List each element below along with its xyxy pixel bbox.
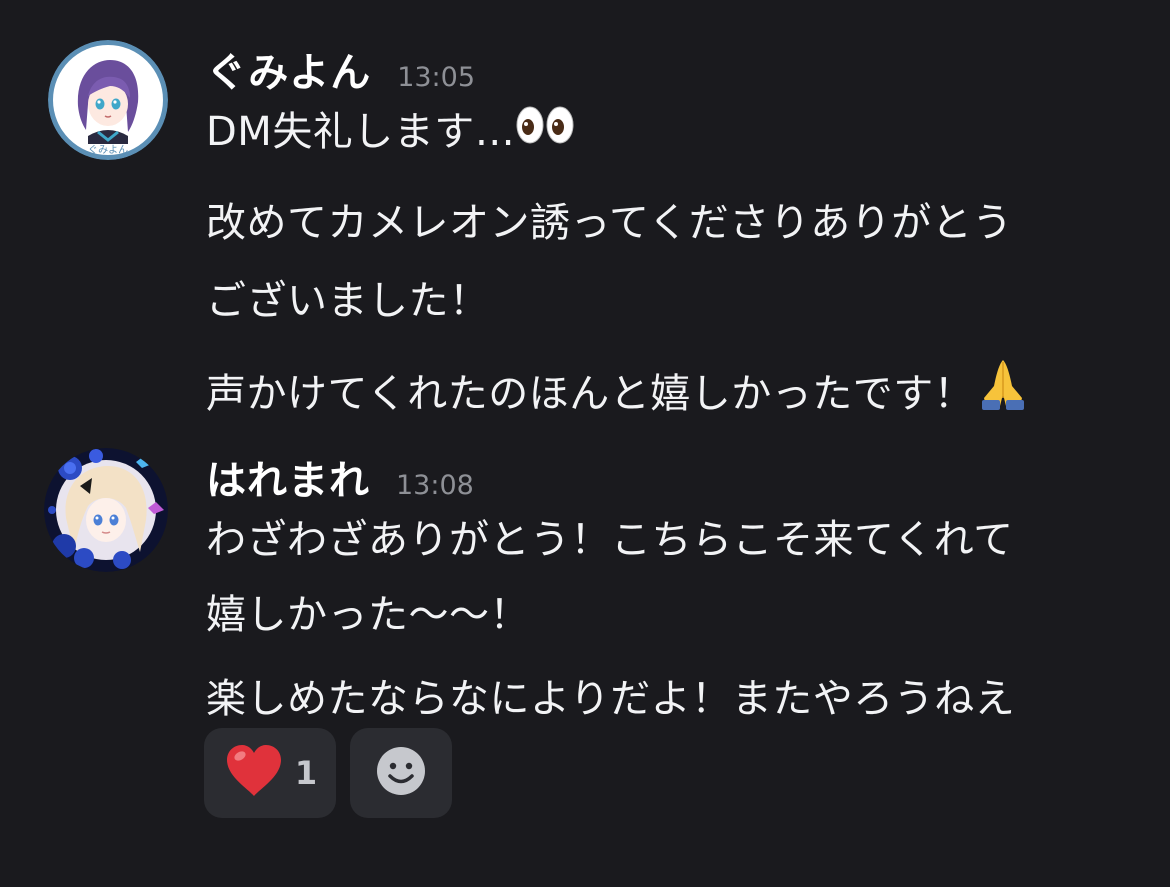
message-text: DM失礼します… — [206, 109, 516, 155]
timestamp: 13:08 — [396, 470, 474, 501]
avatar-gumiyon-image: ぐみよん — [48, 40, 168, 160]
message-text: 声かけてくれたのほんと嬉しかったです！ — [206, 371, 975, 417]
message-line: ございました！ — [206, 278, 490, 324]
avatar-haremare[interactable] — [44, 448, 168, 572]
timestamp: 13:05 — [397, 62, 476, 93]
message-line: DM失礼します… — [206, 96, 1146, 170]
message-line: 改めてカメレオン誘ってくださりありがとう — [206, 200, 1013, 246]
message-content-1: ぐみよん 13:05 DM失礼します… 改めてカメレオン誘ってくださりありがとう… — [206, 40, 1146, 438]
username[interactable]: ぐみよん — [206, 40, 371, 98]
username[interactable]: はれまれ — [206, 448, 370, 506]
message-line: 嬉しかった〜〜！ — [206, 592, 530, 638]
reaction-count: 1 — [294, 754, 318, 792]
avatar-gumiyon[interactable]: ぐみよん — [48, 40, 168, 160]
message-line: わざわざありがとう！こちらこそ来てくれて — [206, 517, 1014, 563]
add-reaction-smiley-icon — [375, 745, 427, 801]
message-content-2: はれまれ 13:08 わざわざありがとう！こちらこそ来てくれて 嬉しかった〜〜！… — [206, 448, 1146, 738]
folded-hands-emoji — [974, 354, 1032, 438]
message-header-2: はれまれ 13:08 — [206, 448, 1146, 504]
message-line: 声かけてくれたのほんと嬉しかったです！ — [206, 354, 1146, 438]
reactions-bar: 1 — [204, 728, 452, 818]
avatar-haremare-image — [44, 448, 168, 572]
eyes-emoji — [515, 98, 575, 170]
heart-emoji — [223, 742, 285, 804]
reaction-heart-button[interactable]: 1 — [204, 728, 336, 818]
message-header-1: ぐみよん 13:05 — [206, 40, 1146, 96]
message-line: 楽しめたならなによりだよ！またやろうねえ — [206, 676, 1016, 722]
add-reaction-button[interactable] — [350, 728, 452, 818]
avatar-gumiyon-text: ぐみよん — [88, 144, 128, 156]
